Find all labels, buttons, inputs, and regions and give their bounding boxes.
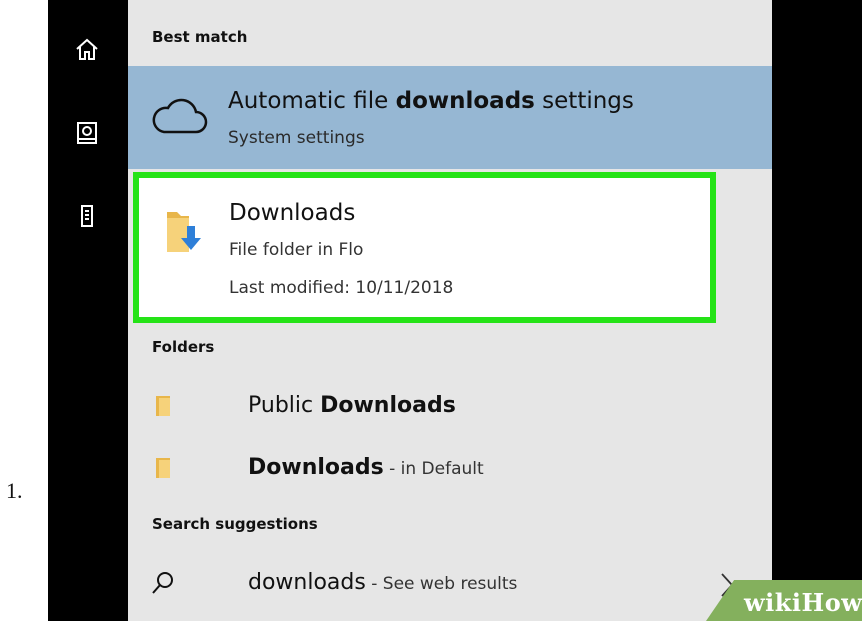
downloads-location: File folder in Flo (229, 240, 364, 260)
downloads-folder-result[interactable]: Downloads File folder in Flo Last modifi… (133, 172, 716, 323)
folder-result-label: Downloads - in Default (248, 455, 484, 480)
search-suggestions-heading: Search suggestions (152, 515, 318, 533)
folder-result-label: Public Downloads (248, 393, 456, 418)
wikihow-logo-text: wikiHow (744, 588, 862, 617)
search-results-panel: Best match Automatic file downloads sett… (128, 0, 772, 621)
list-number: 1. (6, 478, 23, 503)
best-match-heading: Best match (152, 28, 248, 46)
search-icon (152, 572, 173, 594)
best-match-result[interactable]: Automatic file downloads settings System… (128, 66, 772, 169)
start-search-screen: Best match Automatic file downloads sett… (48, 0, 862, 621)
documents-icon[interactable] (74, 120, 100, 146)
downloads-title: Downloads (229, 200, 356, 226)
cloud-icon (152, 98, 208, 134)
folder-icon (156, 396, 170, 416)
device-icon[interactable] (74, 203, 100, 229)
best-match-subtitle: System settings (228, 128, 365, 148)
start-rail (48, 0, 128, 621)
folder-download-icon (167, 212, 201, 252)
best-match-title: Automatic file downloads settings (228, 88, 634, 114)
web-search-label: downloads - See web results (248, 570, 518, 595)
folder-icon (156, 458, 170, 478)
downloads-modified: Last modified: 10/11/2018 (229, 278, 454, 298)
home-icon[interactable] (74, 37, 100, 63)
folders-heading: Folders (152, 338, 215, 356)
